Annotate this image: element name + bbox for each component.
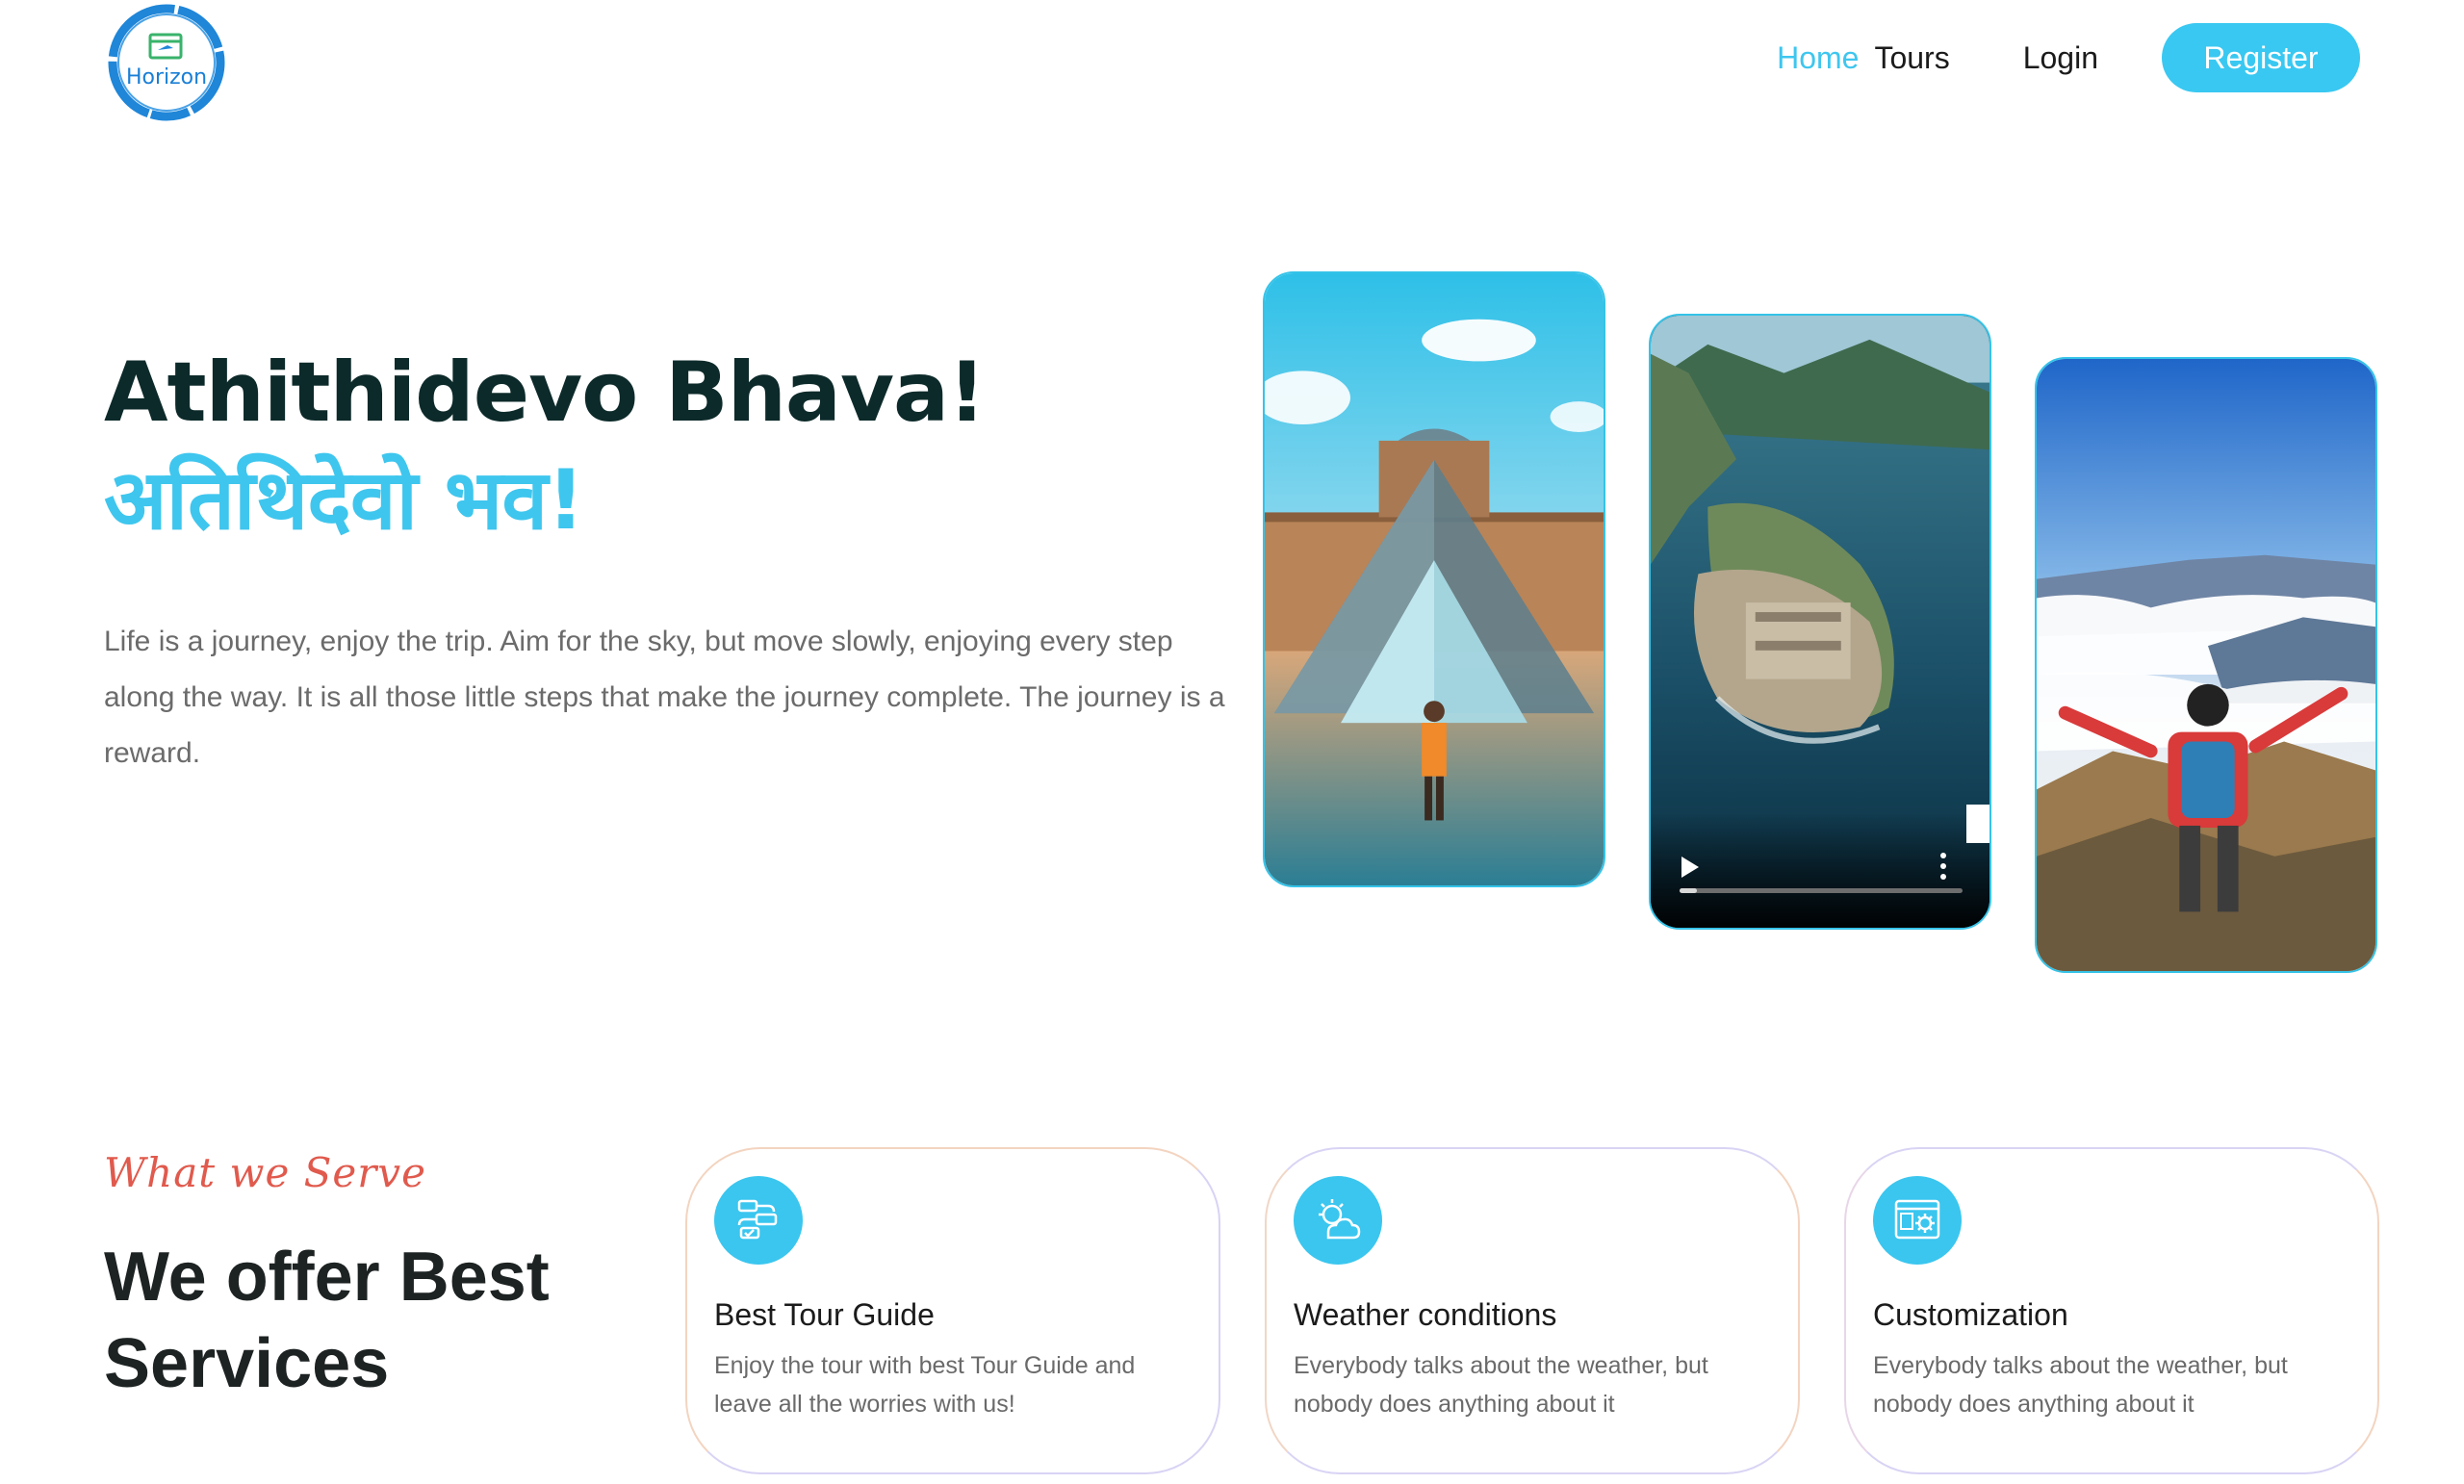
service-title: Best Tour Guide (714, 1297, 935, 1332)
video-progress-bar[interactable] (1680, 888, 1963, 893)
logo-text: Horizon (125, 65, 208, 90)
hiker-mountain-image (2037, 359, 2375, 971)
service-description: Everybody talks about the weather, but n… (1294, 1352, 1708, 1418)
hero-description: Life is a journey, enjoy the trip. Aim f… (104, 626, 1225, 769)
play-icon[interactable] (1681, 857, 1699, 878)
nav-login-link[interactable]: Login (2023, 40, 2098, 76)
logo-ring-icon (108, 4, 225, 121)
hero-video-player[interactable] (1649, 314, 1991, 930)
service-description: Enjoy the tour with best Tour Guide and … (714, 1352, 1136, 1418)
main-nav: Home Tours Login Register (1777, 23, 2360, 92)
service-card-tour-guide[interactable]: Best Tour Guide Enjoy the tour with best… (685, 1147, 1220, 1474)
tour-guide-icon (714, 1176, 803, 1265)
service-description: Everybody talks about the weather, but n… (1873, 1352, 2288, 1418)
hero-image-louvre (1263, 271, 1605, 887)
services-title: We offer Best Services (104, 1239, 550, 1402)
hero-image-hiker (2035, 357, 2377, 973)
video-progress-fill (1680, 888, 1697, 893)
more-options-icon[interactable] (1939, 853, 1947, 883)
nav-home-link[interactable]: Home (1777, 40, 1859, 76)
video-controls (1651, 805, 1989, 928)
service-title: Weather conditions (1294, 1297, 1557, 1332)
volume-icon[interactable] (1851, 766, 1991, 882)
register-button[interactable]: Register (2162, 23, 2360, 92)
hero-title-accent: अतिथिदेवो भव! (104, 452, 584, 549)
hero-title: Athithidevo Bhava! अतिथिदेवो भव! (104, 339, 1240, 554)
service-card-customization[interactable]: Customization Everybody talks about the … (1844, 1147, 2379, 1474)
weather-icon (1294, 1176, 1382, 1265)
service-card-weather[interactable]: Weather conditions Everybody talks about… (1265, 1147, 1800, 1474)
nav-tours-link[interactable]: Tours (1874, 40, 1949, 76)
services-subtitle: What we Serve (104, 1149, 426, 1196)
louvre-pyramid-image (1265, 273, 1604, 885)
logo[interactable]: Horizon (104, 0, 229, 125)
customization-icon (1873, 1176, 1962, 1265)
service-title: Customization (1873, 1297, 2068, 1332)
hero-title-main: Athithidevo Bhava! (104, 345, 986, 441)
